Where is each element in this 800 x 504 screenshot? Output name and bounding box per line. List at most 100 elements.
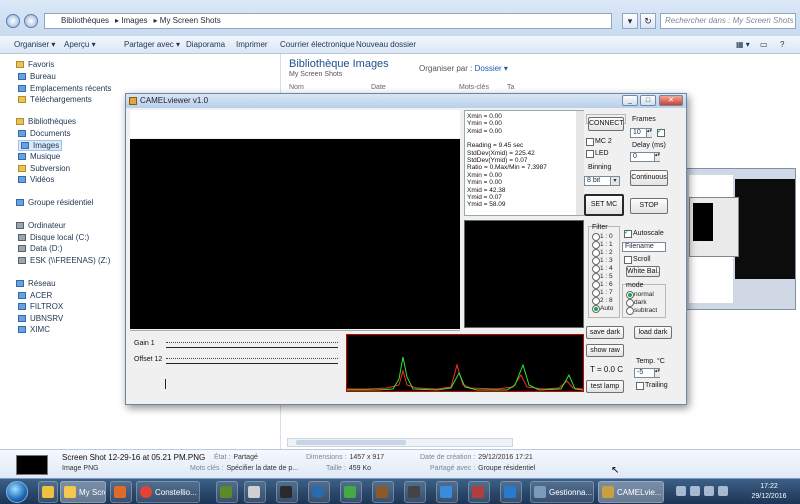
mode-normal-radio[interactable]: normal [626, 291, 654, 299]
taskbar-media-player[interactable] [110, 481, 132, 503]
slider-thumb[interactable] [165, 379, 166, 389]
column-size[interactable]: Ta [507, 84, 514, 91]
nav-documents[interactable]: Documents [18, 129, 70, 138]
load-dark-button[interactable]: load dark [634, 326, 672, 339]
gain-slider[interactable] [166, 342, 338, 348]
nav-net-ximc[interactable]: XIMC [18, 325, 50, 334]
address-field[interactable]: Bibliothèques ▸ Images ▸ My Screen Shots [44, 13, 612, 29]
taskbar-app-5[interactable] [216, 481, 238, 503]
taskbar-chrome[interactable]: Constellio... [136, 481, 200, 503]
nav-desktop[interactable]: Bureau [18, 72, 56, 81]
white-balance-button[interactable]: White Bal. [626, 266, 660, 277]
frames-spinner[interactable]: ▴▾ [646, 129, 652, 137]
nav-disk-c[interactable]: Disque local (C:) [18, 233, 89, 242]
scrollbar-thumb[interactable] [296, 440, 406, 445]
tray-icon[interactable] [690, 486, 700, 496]
column-date[interactable]: Date [371, 84, 386, 91]
preview-pane-icon[interactable]: ▭ [760, 40, 768, 49]
breadcrumb-1[interactable]: Bibliothèques [61, 16, 109, 25]
taskbar-folder-icon[interactable] [38, 481, 58, 503]
viewer-title-bar[interactable]: CAMELviewer v1.0 _ □ ✕ [126, 94, 686, 108]
autoscale-checkbox[interactable]: Autoscale [624, 228, 664, 238]
filter-option-2[interactable]: 1 : 1 [592, 241, 613, 249]
system-clock[interactable]: 17:22 29/12/2016 [740, 482, 798, 502]
maximize-button[interactable]: □ [640, 95, 656, 106]
view-icon[interactable]: ▦ ▾ [736, 40, 750, 49]
start-button[interactable] [6, 481, 28, 503]
minimize-button[interactable]: _ [622, 95, 638, 106]
nav-homegroup[interactable]: Groupe résidentiel [16, 198, 93, 207]
show-raw-button[interactable]: show raw [586, 344, 624, 357]
stop-button[interactable]: STOP [630, 198, 668, 214]
taskbar-app-14[interactable] [500, 481, 522, 503]
nav-images[interactable]: Images [18, 140, 63, 151]
organize-menu[interactable]: Organiser ▾ [14, 40, 55, 49]
offset-slider[interactable] [166, 358, 338, 364]
nav-videos[interactable]: Vidéos [18, 175, 54, 184]
taskbar-app-10[interactable] [372, 481, 394, 503]
filter-option-5[interactable]: 1 : 4 [592, 265, 613, 273]
back-button[interactable] [6, 14, 20, 28]
filter-option-4[interactable]: 1 : 3 [592, 257, 613, 265]
volume-tray-icon[interactable] [718, 486, 728, 496]
nav-recent[interactable]: Emplacements récents [18, 84, 111, 93]
refresh-icon[interactable]: ↻ [640, 13, 656, 29]
taskbar-app-8[interactable] [308, 481, 330, 503]
taskbar-explorer[interactable]: My Screen ... [60, 481, 106, 503]
nav-music[interactable]: Musique [18, 152, 60, 161]
filter-option-1[interactable]: 1 : 0 [592, 233, 613, 241]
save-dark-button[interactable]: save dark [586, 326, 624, 339]
tray-icon[interactable] [676, 486, 686, 496]
search-input[interactable]: Rechercher dans : My Screen Shots [660, 13, 796, 29]
breadcrumb-3[interactable]: My Screen Shots [160, 16, 221, 25]
taskbar-app-9[interactable] [340, 481, 362, 503]
share-menu[interactable]: Partager avec ▾ [124, 40, 180, 49]
new-folder-button[interactable]: Nouveau dossier [356, 40, 416, 49]
nav-net-acer[interactable]: ACER [18, 291, 52, 300]
continuous-button[interactable]: Continuous [630, 170, 668, 186]
nav-favorites[interactable]: Favoris [16, 60, 54, 69]
horizontal-scrollbar[interactable] [287, 438, 513, 447]
breadcrumb-2[interactable]: Images [121, 16, 147, 25]
connect-button[interactable]: CONNECT [588, 117, 624, 131]
forward-button[interactable] [24, 14, 38, 28]
filter-option-3[interactable]: 1 : 2 [592, 249, 613, 257]
filter-option-8[interactable]: 1 : 7 [592, 289, 613, 297]
filter-option-auto[interactable]: Auto [592, 305, 613, 313]
email-button[interactable]: Courrier électronique [280, 40, 355, 49]
nav-disk-z[interactable]: ESK (\\FREENAS) (Z:) [18, 256, 110, 265]
taskbar-app-11[interactable] [404, 481, 426, 503]
set-mc-button[interactable]: SET MC [584, 194, 624, 216]
scroll-checkbox[interactable]: Scroll [624, 256, 651, 264]
mc2-checkbox[interactable]: MC 2 [586, 138, 612, 146]
mode-subtract-radio[interactable]: subtract [626, 307, 657, 315]
filename-field[interactable]: Filename [622, 242, 666, 252]
nav-computer[interactable]: Ordinateur [16, 221, 66, 230]
taskbar-app-12[interactable] [436, 481, 458, 503]
print-button[interactable]: Imprimer [236, 40, 268, 49]
test-lamp-button[interactable]: test lamp [586, 380, 624, 393]
help-icon[interactable]: ? [780, 40, 784, 49]
taskbar-app-6[interactable] [244, 481, 266, 503]
arrange-by[interactable]: Organiser par : Dossier ▾ [419, 64, 508, 73]
mode-dark-radio[interactable]: dark [626, 299, 647, 307]
taskbar-camelviewer[interactable]: CAMELvie... [598, 481, 664, 503]
taskbar-app-13[interactable] [468, 481, 490, 503]
nav-libraries[interactable]: Bibliothèques [16, 117, 76, 126]
network-tray-icon[interactable] [704, 486, 714, 496]
filter-option-6[interactable]: 1 : 5 [592, 273, 613, 281]
text-panel-scrollbar[interactable] [576, 111, 584, 215]
column-tags[interactable]: Mots-clés [459, 84, 489, 91]
filter-option-9[interactable]: 2 : 8 [592, 297, 613, 305]
nav-network[interactable]: Réseau [16, 279, 56, 288]
taskbar-task-manager[interactable]: Gestionna... [530, 481, 594, 503]
nav-subversion[interactable]: Subversion [18, 164, 70, 173]
nav-downloads[interactable]: Téléchargements [18, 95, 92, 104]
delay-spinner[interactable]: ▴▾ [654, 153, 660, 161]
close-button[interactable]: ✕ [659, 95, 683, 106]
column-name[interactable]: Nom [289, 84, 304, 91]
temperature-spinner[interactable]: ▴▾ [654, 369, 660, 377]
trailing-checkbox[interactable]: Trailing [636, 382, 668, 390]
nav-net-filtrox[interactable]: FILTROX [18, 302, 63, 311]
nav-net-ubnsrv[interactable]: UBNSRV [18, 314, 63, 323]
